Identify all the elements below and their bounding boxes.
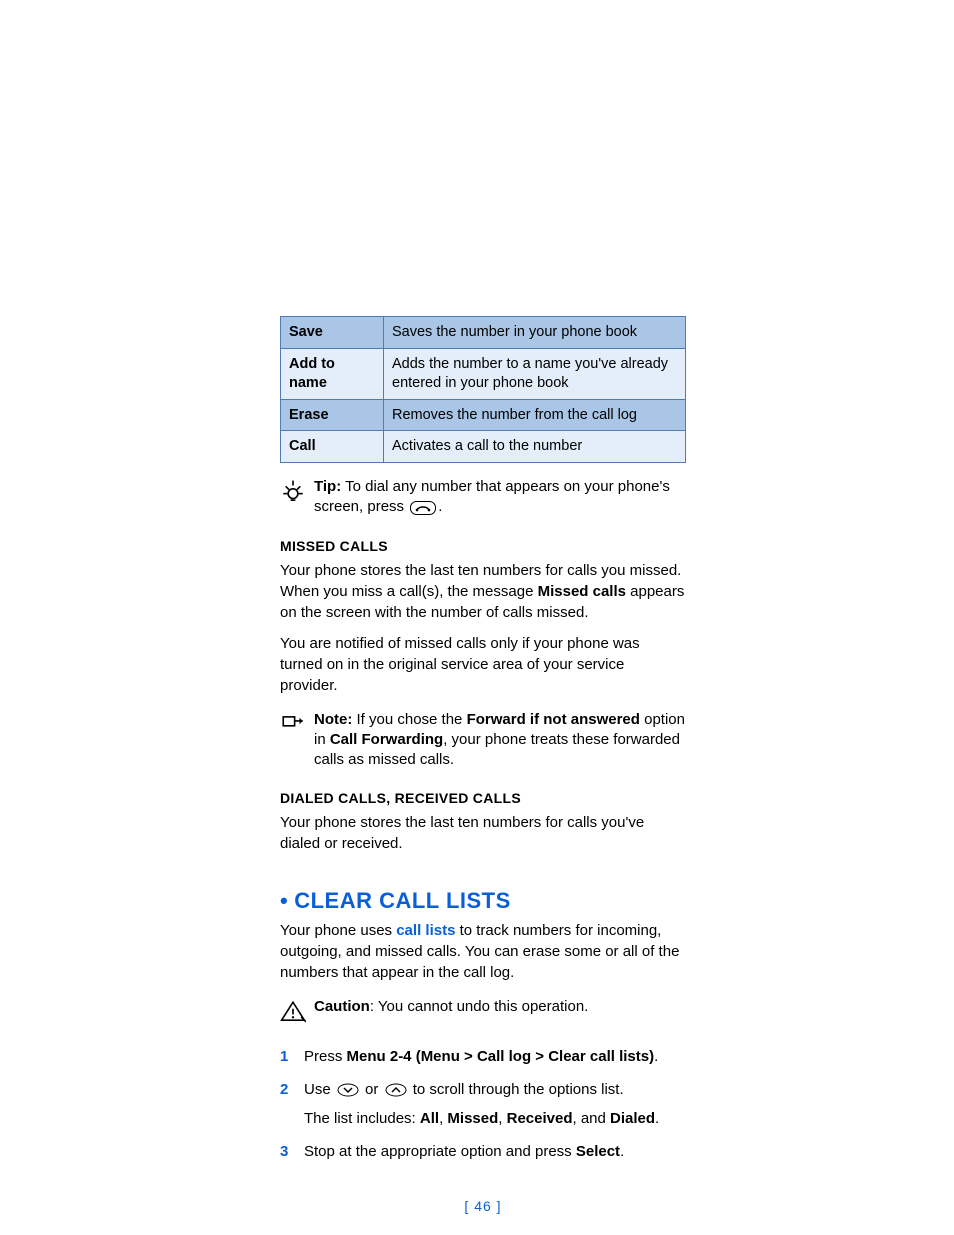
text: . [620, 1143, 624, 1160]
tip-part2: . [438, 498, 442, 515]
table-row: Erase Removes the number from the call l… [281, 399, 686, 431]
text: , [498, 1110, 506, 1127]
text: : You cannot undo this operation. [370, 998, 589, 1015]
text: Stop at the appropriate option and press [304, 1143, 576, 1160]
table-cell-desc: Removes the number from the call log [384, 399, 686, 431]
text-bold: Missed [447, 1110, 498, 1127]
step-2: Use or to scroll through the options lis… [280, 1079, 686, 1129]
bullet-icon: • [280, 888, 288, 913]
missed-calls-p2: You are notified of missed calls only if… [280, 633, 686, 696]
table-cell-desc: Saves the number in your phone book [384, 317, 686, 349]
missed-calls-p1: Your phone stores the last ten numbers f… [280, 560, 686, 623]
table-cell-label: Save [281, 317, 384, 349]
table-cell-desc: Activates a call to the number [384, 431, 686, 463]
text: to scroll through the options list. [409, 1081, 624, 1098]
scroll-up-icon [385, 1083, 407, 1097]
clear-call-lists-heading: •CLEAR CALL LISTS [280, 888, 686, 914]
text: Use [304, 1081, 335, 1098]
text-bold: Dialed [610, 1110, 655, 1127]
caution-lead: Caution [314, 998, 370, 1015]
text-bold: Call Forwarding [330, 731, 443, 748]
text-bold: Menu 2-4 (Menu > Call log > Clear call l… [347, 1048, 655, 1065]
tip-part1: To dial any number that appears on your … [314, 478, 670, 515]
table-cell-desc: Adds the number to a name you've already… [384, 348, 686, 399]
section-title-text: CLEAR CALL LISTS [294, 888, 511, 913]
document-page: Save Saves the number in your phone book… [0, 0, 954, 1214]
tip-lead: Tip: [314, 478, 341, 495]
tip-block: Tip: To dial any number that appears on … [280, 477, 686, 518]
text-bold: Received [507, 1110, 573, 1127]
call-key-icon [410, 501, 436, 515]
call-lists-link[interactable]: call lists [396, 922, 455, 939]
dialed-calls-p: Your phone stores the last ten numbers f… [280, 812, 686, 854]
text: If you chose the [357, 711, 467, 728]
caution-text: Caution: You cannot undo this operation. [314, 997, 686, 1017]
text: Press [304, 1048, 347, 1065]
caution-icon [280, 997, 314, 1031]
scroll-down-icon [337, 1083, 359, 1097]
note-icon [280, 710, 314, 744]
section-intro: Your phone uses call lists to track numb… [280, 920, 686, 983]
table-cell-label: Erase [281, 399, 384, 431]
table-cell-label: Add to name [281, 348, 384, 399]
text: The list includes: [304, 1110, 420, 1127]
text-bold: Forward if not answered [467, 711, 640, 728]
text-bold: Missed calls [538, 583, 626, 600]
text-bold: Select [576, 1143, 620, 1160]
text: , and [572, 1110, 610, 1127]
steps-list: Press Menu 2-4 (Menu > Call log > Clear … [280, 1046, 686, 1162]
tip-text: Tip: To dial any number that appears on … [314, 477, 686, 518]
page-number: [ 46 ] [280, 1198, 686, 1214]
note-block: Note: If you chose the Forward if not an… [280, 710, 686, 771]
note-lead: Note: [314, 711, 357, 728]
table-row: Add to name Adds the number to a name yo… [281, 348, 686, 399]
step-1: Press Menu 2-4 (Menu > Call log > Clear … [280, 1046, 686, 1067]
table-row: Call Activates a call to the number [281, 431, 686, 463]
options-table: Save Saves the number in your phone book… [280, 316, 686, 463]
text: . [655, 1110, 659, 1127]
text: or [361, 1081, 383, 1098]
missed-calls-heading: MISSED CALLS [280, 538, 686, 554]
dialed-calls-heading: DIALED CALLS, RECEIVED CALLS [280, 790, 686, 806]
tip-icon [280, 477, 314, 511]
text: . [654, 1048, 658, 1065]
note-text: Note: If you chose the Forward if not an… [314, 710, 686, 771]
text-bold: All [420, 1110, 439, 1127]
table-row: Save Saves the number in your phone book [281, 317, 686, 349]
step-2-sub: The list includes: All, Missed, Received… [304, 1108, 686, 1129]
table-cell-label: Call [281, 431, 384, 463]
text: Your phone uses [280, 922, 396, 939]
caution-block: Caution: You cannot undo this operation. [280, 997, 686, 1031]
step-3: Stop at the appropriate option and press… [280, 1141, 686, 1162]
